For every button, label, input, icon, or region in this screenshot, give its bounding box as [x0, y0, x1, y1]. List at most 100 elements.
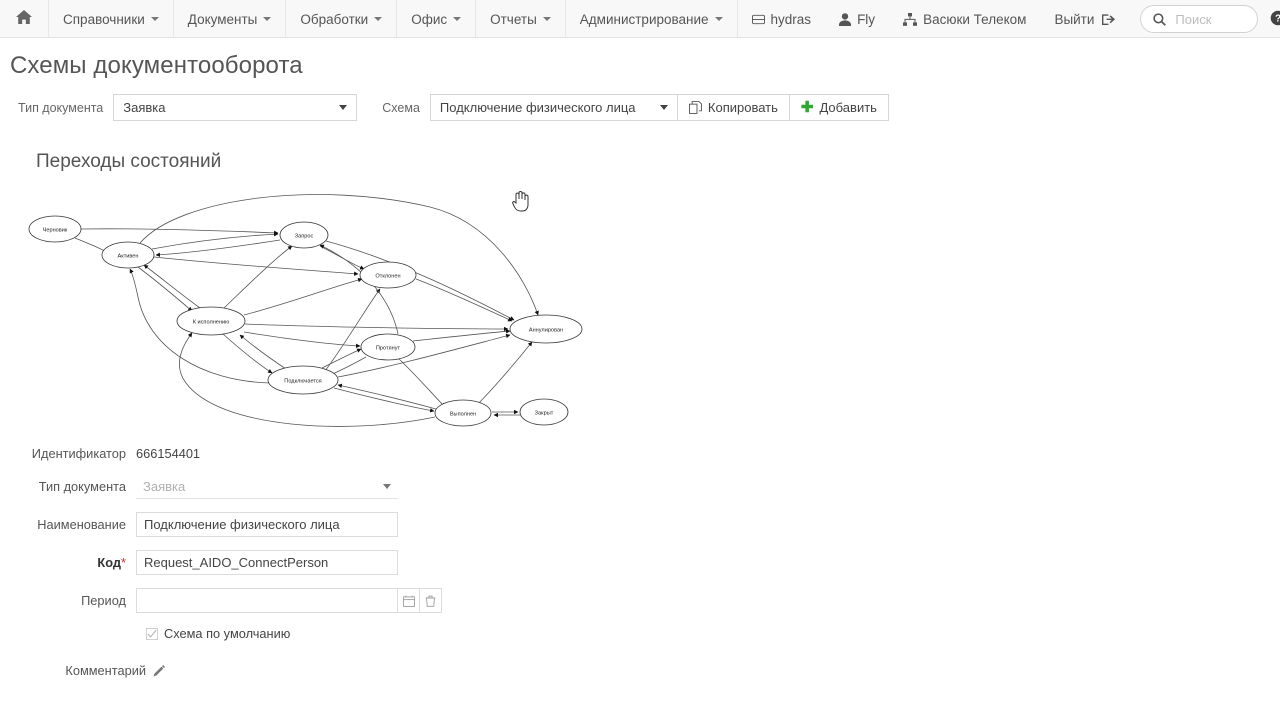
- copy-button[interactable]: Копировать: [677, 94, 790, 121]
- scheme-filter-label: Схема: [382, 100, 420, 115]
- home-icon: [16, 10, 32, 28]
- chevron-down-icon: [659, 105, 668, 110]
- copy-icon: [688, 101, 702, 114]
- doctype-select[interactable]: Заявка: [136, 474, 398, 499]
- nav-menu-otchety[interactable]: Отчеты: [476, 0, 566, 38]
- nav-menu-dokumenty[interactable]: Документы: [174, 0, 287, 38]
- graph-node[interactable]: Отклонен: [359, 261, 417, 289]
- graph-section-title: Переходы состояний: [36, 151, 222, 172]
- chevron-down-icon: [263, 17, 272, 21]
- state-transitions-graph: Черновик Активен Запрос Отклонен К исполнени…: [0, 177, 1280, 442]
- nav-menu-ofis[interactable]: Офис: [397, 0, 477, 38]
- graph-node-label: Протянут: [376, 345, 401, 351]
- page-title: Схемы документооборота: [10, 52, 303, 79]
- nav-menu-obrabotki[interactable]: Обработки: [286, 0, 398, 38]
- period-label: Период: [81, 593, 126, 608]
- graph-nodes: Черновик Активен Запрос Отклонен К исполнени…: [28, 215, 583, 427]
- nav-org-label: Васюки Телеком: [923, 11, 1027, 27]
- nav-menu-label: Документы: [187, 11, 258, 27]
- nav-logout-button[interactable]: Выйти: [1040, 0, 1130, 38]
- navbar-right-section: hydras Fly Васюки Телеком Выйти Поиск: [738, 0, 1280, 37]
- graph-node-label: Подключается: [284, 378, 321, 384]
- nav-menu-label: Администрирование: [579, 11, 709, 27]
- doctype-filter-label: Тип документа: [18, 100, 104, 115]
- nav-menu-spravochniki[interactable]: Справочники: [49, 0, 174, 38]
- graph-node[interactable]: Черновик: [28, 215, 82, 243]
- graph-node[interactable]: Подключается: [267, 365, 339, 395]
- svg-text:?: ?: [1275, 13, 1280, 24]
- nav-menu-label: Справочники: [63, 11, 145, 27]
- nav-user-indicator[interactable]: Fly: [825, 0, 889, 38]
- name-input[interactable]: [136, 512, 398, 537]
- nav-logout-label: Выйти: [1054, 11, 1095, 27]
- nav-org-indicator[interactable]: Васюки Телеком: [889, 0, 1040, 38]
- period-input[interactable]: [136, 588, 398, 613]
- nav-home-button[interactable]: [0, 0, 49, 38]
- nav-database-label: hydras: [770, 11, 812, 27]
- graph-node-label: Выполнен: [450, 411, 476, 417]
- chevron-down-icon: [383, 483, 391, 489]
- add-button-label: Добавить: [819, 100, 877, 115]
- graph-node[interactable]: Протянут: [360, 333, 416, 361]
- question-circle-icon: ?: [1270, 10, 1280, 29]
- plus-icon: ✚: [800, 99, 814, 116]
- sign-out-icon: [1102, 13, 1116, 26]
- form-row-code: Код*: [0, 550, 1280, 575]
- graph-node-label: К исполнению: [193, 319, 230, 325]
- doctype-value: Заявка: [143, 478, 186, 494]
- trash-icon[interactable]: [420, 588, 442, 613]
- scheme-detail-form: Идентификатор 666154401 Тип документа За…: [0, 446, 1280, 678]
- pencil-icon[interactable]: [153, 664, 165, 677]
- doctype-filter-value: Заявка: [123, 100, 166, 115]
- graph-node[interactable]: К исполнению: [176, 306, 246, 336]
- code-label-text: Код: [97, 555, 122, 570]
- top-navbar: Справочники Документы Обработки Офис Отч…: [0, 0, 1280, 38]
- nav-menu-label: Обработки: [300, 11, 369, 27]
- default-scheme-checkbox-row: Схема по умолчанию: [0, 626, 1280, 641]
- chevron-down-icon: [150, 17, 159, 21]
- graph-node[interactable]: Запрос: [279, 221, 329, 249]
- required-marker: *: [121, 555, 126, 570]
- graph-canvas: Черновик Активен Запрос Отклонен К исполнени…: [28, 194, 583, 427]
- graph-node[interactable]: Выполнен: [434, 399, 492, 427]
- calendar-icon[interactable]: [398, 588, 420, 613]
- default-scheme-checkbox[interactable]: [146, 627, 158, 640]
- nav-database-indicator[interactable]: hydras: [738, 0, 826, 38]
- nav-menu-label: Отчеты: [490, 11, 537, 27]
- graph-node-label: Запрос: [295, 233, 314, 239]
- form-row-identifier: Идентификатор 666154401: [0, 446, 1280, 461]
- identifier-label: Идентификатор: [31, 446, 126, 461]
- comment-label: Комментарий: [65, 663, 146, 678]
- chevron-down-icon: [339, 105, 348, 110]
- user-icon: [839, 12, 852, 26]
- chevron-down-icon: [714, 17, 723, 21]
- nav-help-button[interactable]: ?: [1258, 0, 1280, 38]
- graph-node[interactable]: Закрыт: [519, 398, 569, 426]
- chevron-down-icon: [542, 17, 551, 21]
- search-box[interactable]: [1140, 5, 1259, 33]
- add-button[interactable]: ✚ Добавить: [789, 94, 889, 121]
- search-icon: [1153, 12, 1167, 26]
- doctype-label: Тип документа: [38, 479, 126, 494]
- scheme-filter-value: Подключение физического лица: [439, 100, 636, 115]
- form-row-name: Наименование: [0, 512, 1280, 537]
- copy-button-label: Копировать: [707, 100, 778, 115]
- database-icon: [751, 13, 765, 26]
- graph-node-label: Аннулирован: [529, 327, 563, 333]
- code-input[interactable]: [136, 550, 398, 575]
- name-label: Наименование: [37, 517, 126, 532]
- code-label: Код*: [0, 555, 136, 570]
- default-scheme-label: Схема по умолчанию: [164, 626, 291, 641]
- nav-user-label: Fly: [857, 11, 876, 27]
- comment-row: Комментарий: [0, 663, 1280, 678]
- graph-node-label: Отклонен: [375, 273, 400, 279]
- graph-node[interactable]: Аннулирован: [509, 314, 583, 344]
- scheme-filter-select[interactable]: Подключение физического лица: [429, 94, 678, 121]
- identifier-value: 666154401: [136, 446, 201, 461]
- graph-node[interactable]: Активен: [101, 241, 155, 269]
- search-input[interactable]: [1173, 10, 1246, 28]
- form-row-doctype: Тип документа Заявка: [0, 474, 1280, 499]
- doctype-filter-select[interactable]: Заявка: [113, 94, 358, 121]
- nav-menu-administrirovanie[interactable]: Администрирование: [566, 0, 738, 38]
- graph-node-label: Черновик: [43, 227, 68, 233]
